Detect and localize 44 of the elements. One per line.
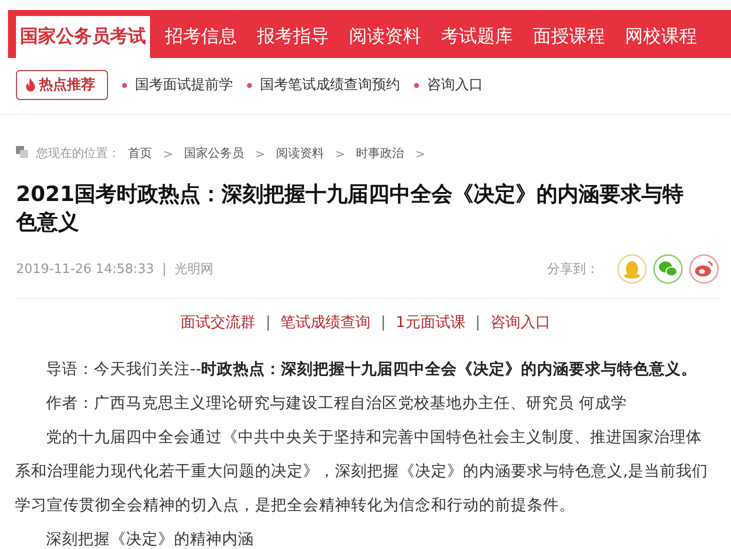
promo-link[interactable]: 面试交流群	[180, 313, 256, 332]
paragraph: 党的十九届四中全会通过《中共中央关于坚持和完善中国特色社会主义制度、推进国家治理体系和治理能力现代化若干重大问题的决定》，深刻把握《决定》的内涵要求与特色意义,是当前我们学习宣传贯彻全会精神的切入点，是把全会精神转化为信念和行动的前提条件。	[15, 427, 709, 516]
article-title: 2021国考时政热点：深刻把握十九届四中全会《决定》的内涵要求与特色意义	[16, 181, 684, 236]
nav-tab[interactable]: 考试题库	[431, 16, 523, 58]
breadcrumb-separator: >	[255, 146, 266, 160]
promo-link[interactable]: 笔试成绩查询	[280, 313, 371, 332]
location-icon	[16, 146, 28, 158]
promo-link[interactable]: 1元面试课	[396, 313, 466, 332]
nav-tab[interactable]: 面授课程	[523, 16, 615, 58]
nav-tab[interactable]: 网校课程	[615, 16, 707, 58]
paragraph: 深刻把握《决定》的精神内涵	[45, 529, 255, 549]
nav-tab[interactable]: 招考信息	[155, 16, 247, 58]
nav-tab[interactable]: 阅读资料	[339, 16, 431, 58]
breadcrumb-separator: >	[335, 146, 346, 160]
nav-tab[interactable]: 报考指导	[247, 16, 339, 58]
breadcrumb-link[interactable]: 国家公务员	[184, 145, 244, 162]
breadcrumb-link[interactable]: 阅读资料	[276, 145, 324, 162]
promo-link[interactable]: 咨询入口	[490, 313, 550, 332]
share-label: 分享到：	[547, 261, 599, 278]
breadcrumb-link[interactable]: 时事政治	[356, 145, 404, 162]
paragraph: 作者：广西马克思主义理论研究与建设工程自治区党校基地办主任、研究员 何成学	[45, 393, 628, 414]
weibo-icon[interactable]	[689, 254, 719, 284]
article-source: 光明网	[174, 261, 214, 278]
nav-tab[interactable]: 国家公务员考试	[16, 16, 150, 58]
chat-bubbles-icon[interactable]	[653, 254, 683, 284]
bullet-icon	[247, 82, 252, 88]
breadcrumb-separator: >	[415, 146, 426, 160]
bullet-icon	[414, 82, 419, 88]
link-separator: |	[266, 313, 271, 332]
breadcrumb-label: 您现在的位置：	[36, 145, 120, 162]
hot-link[interactable]: 国考笔试成绩查询预约	[260, 76, 400, 94]
hot-link[interactable]: 国考面试提前学	[135, 76, 233, 94]
hot-badge[interactable]: 热点推荐	[16, 70, 108, 100]
breadcrumb-separator: >	[163, 146, 174, 160]
meta-divider: |	[162, 262, 166, 276]
hot-link[interactable]: 咨询入口	[427, 76, 483, 94]
breadcrumb-link[interactable]: 首页	[128, 145, 152, 162]
flame-icon	[25, 78, 36, 92]
bullet-icon	[122, 82, 127, 88]
publish-date: 2019-11-26 14:58:33	[16, 262, 154, 276]
penguin-icon[interactable]	[617, 254, 647, 284]
link-separator: |	[475, 313, 480, 332]
link-separator: |	[380, 313, 386, 332]
paragraph: 导语：今天我们关注--时政热点：深刻把握十九届四中全会《决定》的内涵要求与特色意义。	[45, 359, 698, 380]
